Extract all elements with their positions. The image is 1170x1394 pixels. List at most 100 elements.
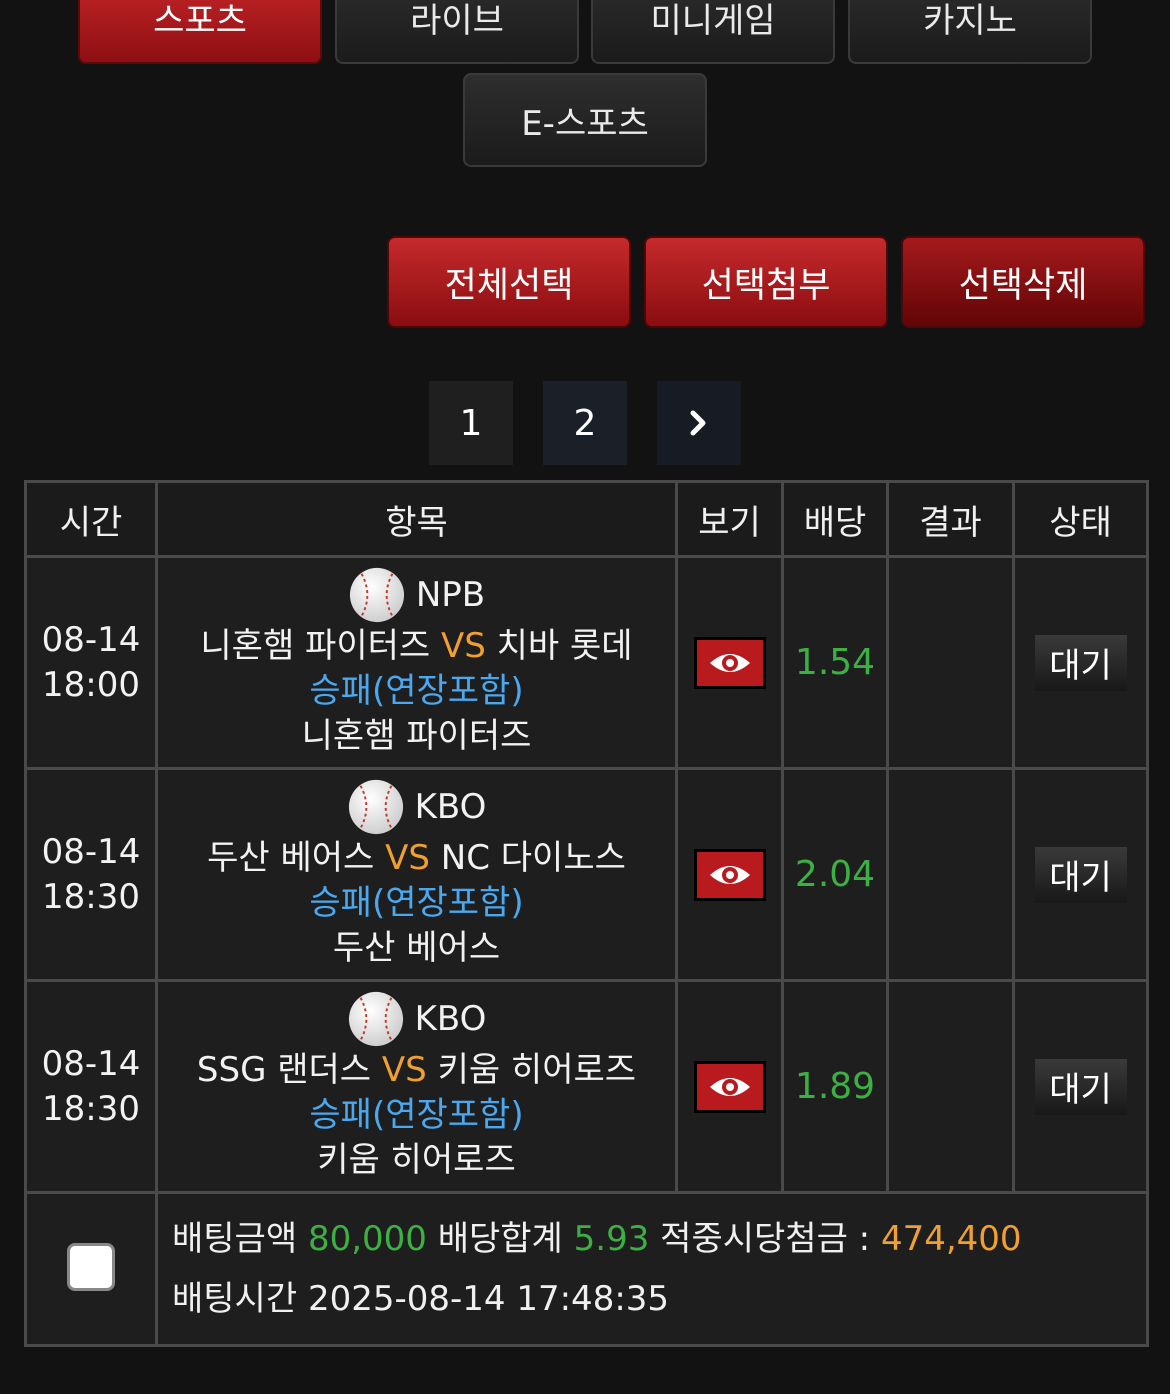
baseball-icon: [348, 991, 403, 1047]
market-name: 승패(연장포함): [309, 671, 524, 711]
pick-name: 니혼햄 파이터즈: [301, 716, 532, 756]
view-details-button[interactable]: [693, 848, 766, 901]
result-cell: [886, 767, 1015, 982]
delete-selected-button[interactable]: 선택삭제: [901, 236, 1145, 328]
league-name: KBO: [414, 786, 487, 827]
odds-value: 1.54: [794, 642, 876, 683]
market-name: 승패(연장포함): [309, 883, 524, 923]
odds-value: 2.04: [794, 854, 876, 895]
status-badge: 대기: [1034, 846, 1127, 903]
match-time: 18:00: [42, 664, 140, 705]
chevron-right-icon: [690, 410, 706, 436]
league-line: KBO: [158, 990, 675, 1048]
vs-label: VS: [385, 838, 430, 878]
baseball-icon: [348, 779, 403, 835]
header-time: 시간: [24, 480, 158, 558]
odds-cell: 1.54: [781, 555, 889, 770]
tab-sports-label: 스포츠: [153, 0, 247, 41]
tab-casino-label: 카지노: [923, 0, 1017, 41]
away-team: NC 다이노스: [440, 838, 626, 878]
pick-name: 키움 히어로즈: [317, 1140, 516, 1180]
odds-cell: 1.89: [781, 979, 889, 1194]
result-cell: [886, 555, 1015, 770]
eye-icon: [709, 865, 750, 884]
select-cell: [24, 1191, 158, 1347]
match-date: 08-14: [41, 831, 141, 872]
summary-line-1: 배팅금액 80,000 배당합계 5.93 적중시당첨금 : 474,400: [172, 1209, 1146, 1269]
market-name: 승패(연장포함): [309, 1095, 524, 1135]
match-date: 08-14: [41, 619, 141, 660]
summary-line-2: 배팅시간 2025-08-14 17:48:35: [172, 1269, 1146, 1329]
bet-amount-label: 배팅금액: [172, 1219, 298, 1259]
odds-value: 1.89: [794, 1066, 876, 1107]
view-cell: [675, 979, 784, 1194]
vs-label: VS: [441, 626, 486, 666]
away-team: 키움 히어로즈: [437, 1050, 637, 1090]
matchup-line: SSG 랜더스 VS 키움 히어로즈: [158, 1048, 675, 1093]
league-name: KBO: [414, 998, 487, 1039]
time-cell: 08-14 18:00: [24, 555, 158, 770]
select-all-button[interactable]: 전체선택: [387, 236, 631, 328]
time-cell: 08-14 18:30: [24, 979, 158, 1194]
bet-time-value: 2025-08-14 17:48:35: [307, 1279, 670, 1319]
tab-sports[interactable]: 스포츠: [78, 0, 322, 64]
view-details-button[interactable]: [693, 636, 766, 689]
status-cell: 대기: [1012, 767, 1149, 982]
select-checkbox[interactable]: [67, 1243, 115, 1291]
vs-label: VS: [381, 1050, 427, 1090]
tab-casino[interactable]: 카지노: [848, 0, 1092, 64]
result-cell: [886, 979, 1015, 1194]
eye-icon: [709, 653, 750, 672]
header-result: 결과: [886, 480, 1015, 558]
status-badge: 대기: [1034, 1058, 1127, 1115]
league-name: NPB: [415, 574, 486, 615]
odds-total-value: 5.93: [573, 1219, 650, 1259]
payout-value: 474,400: [880, 1219, 1022, 1259]
table-header-row: 시간 항목 보기 배당 결과 상태: [24, 480, 1149, 558]
odds-cell: 2.04: [781, 767, 889, 982]
tab-minigame-label: 미니게임: [650, 0, 776, 41]
header-status: 상태: [1012, 480, 1149, 558]
header-odds: 배당: [781, 480, 889, 558]
tab-minigame[interactable]: 미니게임: [591, 0, 835, 64]
baseball-icon: [349, 567, 404, 623]
matchup-line: 두산 베어스 VS NC 다이노스: [158, 836, 675, 881]
payout-label: 적중시당첨금 :: [660, 1219, 871, 1259]
league-line: KBO: [158, 778, 675, 836]
match-time: 18:30: [42, 1088, 140, 1129]
item-cell: NPB 니혼햄 파이터즈 VS 치바 롯데 승패(연장포함) 니혼햄 파이터즈: [155, 555, 678, 770]
attach-selected-button[interactable]: 선택첨부: [644, 236, 888, 328]
summary-cell: 배팅금액 80,000 배당합계 5.93 적중시당첨금 : 474,400 배…: [155, 1191, 1149, 1347]
status-badge: 대기: [1034, 634, 1127, 691]
item-cell: KBO SSG 랜더스 VS 키움 히어로즈 승패(연장포함) 키움 히어로즈: [155, 979, 678, 1194]
league-line: NPB: [158, 566, 675, 624]
next-page-button[interactable]: [657, 381, 741, 465]
header-view: 보기: [675, 480, 784, 558]
page-1-button[interactable]: 1: [429, 381, 513, 465]
eye-icon: [709, 1077, 750, 1096]
status-cell: 대기: [1012, 979, 1149, 1194]
tab-live[interactable]: 라이브: [335, 0, 579, 64]
bet-amount-value: 80,000: [307, 1219, 427, 1259]
page-2-button[interactable]: 2: [543, 381, 627, 465]
item-cell: KBO 두산 베어스 VS NC 다이노스 승패(연장포함) 두산 베어스: [155, 767, 678, 982]
tab-live-label: 라이브: [410, 0, 504, 41]
bet-time-label: 배팅시간: [172, 1279, 298, 1319]
home-team: 두산 베어스: [207, 838, 375, 878]
home-team: SSG 랜더스: [196, 1050, 372, 1090]
matchup-line: 니혼햄 파이터즈 VS 치바 롯데: [158, 624, 675, 669]
header-item: 항목: [155, 480, 678, 558]
table-row: 08-14 18:30 KBO 두산 베어스 VS NC 다이노스 승패(연장포…: [24, 767, 1149, 982]
away-team: 치바 롯데: [496, 626, 633, 666]
home-team: 니혼햄 파이터즈: [200, 626, 431, 666]
table-row: 08-14 18:30 KBO SSG 랜더스 VS 키움 히어로즈 승패(연장…: [24, 979, 1149, 1194]
view-cell: [675, 767, 784, 982]
bet-history-table: 시간 항목 보기 배당 결과 상태 08-14 18:00 NPB 니혼햄 파이…: [24, 480, 1149, 1347]
summary-row: 배팅금액 80,000 배당합계 5.93 적중시당첨금 : 474,400 배…: [24, 1191, 1149, 1347]
odds-total-label: 배당합계: [437, 1219, 563, 1259]
status-cell: 대기: [1012, 555, 1149, 770]
table-row: 08-14 18:00 NPB 니혼햄 파이터즈 VS 치바 롯데 승패(연장포…: [24, 555, 1149, 770]
view-details-button[interactable]: [693, 1060, 766, 1113]
view-cell: [675, 555, 784, 770]
tab-esports[interactable]: E-스포츠: [463, 73, 707, 167]
